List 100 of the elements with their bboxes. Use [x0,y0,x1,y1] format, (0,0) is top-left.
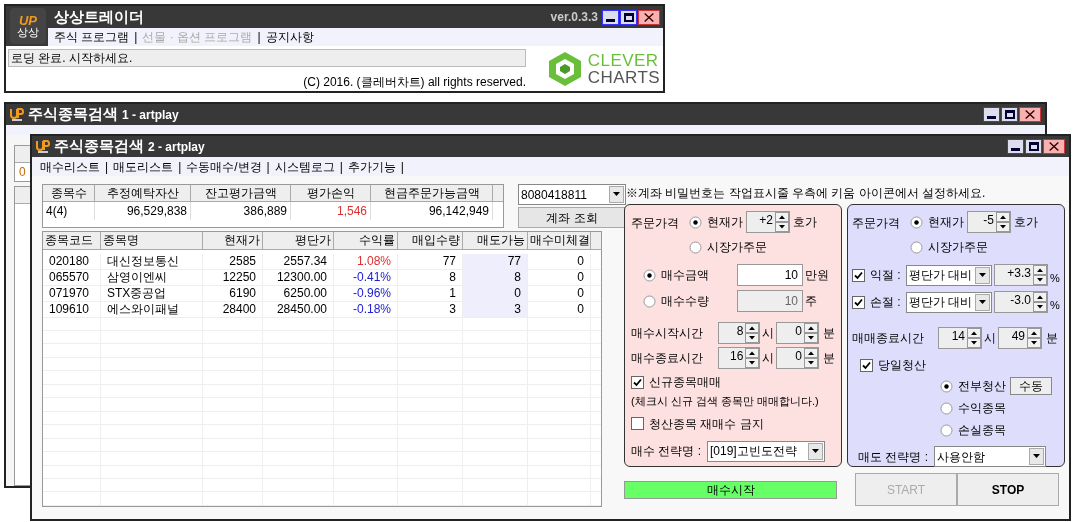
caret-icon[interactable] [1029,448,1044,465]
maximize-icon[interactable] [1001,107,1018,122]
spinner-arrows-icon[interactable] [1027,328,1041,348]
window-title: 주식종목검색 [54,136,144,157]
field-label: 주문가격 [852,215,901,232]
spinner-arrows-icon[interactable] [804,348,818,368]
checkbox-icon[interactable] [852,295,865,309]
number-field[interactable]: -3.0 [994,291,1048,313]
radio-label[interactable]: 매수금액 [661,266,709,284]
radio-label[interactable]: 현재가 [928,213,964,231]
radio-label[interactable]: 현재가 [707,213,743,231]
amount-field[interactable]: 10 [737,264,803,286]
maximize-icon[interactable] [620,9,637,25]
number-field[interactable]: 0 [776,322,819,344]
menu-item[interactable]: 주식 프로그램 [54,28,130,46]
spinner-arrows-icon[interactable] [1033,292,1047,312]
radio-label[interactable]: 시장가주문 [707,238,767,256]
close-icon[interactable] [1019,107,1041,122]
field-label: 매도 전략명 : [858,448,928,466]
radio-icon[interactable] [689,215,702,229]
menu-item[interactable]: 매도리스트 [113,157,174,176]
table-cell: 4(4) [43,202,95,220]
manual-button[interactable]: 수동 [1010,377,1052,395]
caret-icon[interactable] [808,442,823,460]
spinner-arrows-icon[interactable] [745,323,760,343]
status-text: 매수시작 [705,482,756,498]
checkbox-label[interactable]: 신규종목매매 [649,373,721,391]
minimize-icon[interactable] [983,107,1000,122]
radio-label[interactable]: 시장가주문 [928,238,988,256]
spinner-arrows-icon[interactable] [967,328,981,348]
close-icon[interactable] [638,9,660,25]
checkbox-label[interactable]: 청산종목 재매수 금지 [649,414,764,433]
close-icon[interactable] [1043,139,1065,154]
dropdown[interactable]: 8080418811 [518,184,626,205]
radio-icon[interactable] [643,268,656,282]
checkbox-label[interactable]: 당일청산 [878,356,926,374]
account-query-button[interactable]: 계좌 조회 [518,207,626,228]
table-cell: 2585 [203,253,263,269]
spinner-arrows-icon[interactable] [745,348,760,368]
table-cell: 12300.00 [263,269,334,285]
number-field[interactable]: -5 [967,211,1011,233]
number-field[interactable]: +3.3 [994,264,1048,286]
number-field[interactable]: 14 [938,327,982,349]
dropdown[interactable]: 평단가 대비 [906,291,992,313]
menu-item[interactable]: 매수리스트 [40,157,100,176]
radio-icon[interactable] [910,215,923,229]
checkbox-icon[interactable] [631,375,644,389]
table-cell: 0 [528,253,591,269]
radio-icon[interactable] [940,401,953,415]
menu-item[interactable]: 시스템로그 [274,157,335,176]
checkbox-icon[interactable] [852,268,865,282]
number-field[interactable]: 49 [998,327,1042,349]
menu-item[interactable]: 수동매수/변경 [186,157,262,176]
radio-label[interactable]: 전부청산 [958,377,1006,395]
menu-item[interactable]: 공지사항 [265,28,314,46]
spinner-arrows-icon[interactable] [804,323,818,343]
dropdown[interactable]: 평단가 대비 [906,264,992,286]
spinner-arrows-icon[interactable] [775,212,789,232]
radio-icon[interactable] [910,240,923,254]
spinner-arrows-icon[interactable] [1033,265,1047,285]
version-label: ver.0.3.3 [550,9,598,26]
unit-label: 호가 [793,214,817,231]
checkbox-icon[interactable] [860,358,873,372]
radio-icon[interactable] [940,423,953,437]
checkbox-label[interactable]: 익절 : [870,266,901,284]
number-field[interactable]: 16 [717,347,761,369]
column-header: 현금주문가능금액 [371,185,493,202]
table-cell: 1.08% [334,253,398,269]
number-field[interactable]: 0 [776,347,819,369]
column-header: 수익률 [334,232,398,250]
field-label: 주문가격 [631,215,680,232]
maximize-icon[interactable] [1025,139,1042,154]
menu-separator: | [178,158,182,176]
unit-label: 분 [823,325,835,342]
checkbox-icon[interactable] [631,417,644,430]
checkbox-label[interactable]: 손절 : [870,293,901,311]
app-logo: UP 상상 [10,8,46,44]
radio-icon[interactable] [940,379,953,393]
time-label: 매수종료시간 [631,350,704,367]
table-cell: 109610 [43,301,101,317]
minimize-icon[interactable] [1007,139,1024,154]
caret-icon[interactable] [975,293,990,311]
caret-icon[interactable] [609,186,624,203]
radio-icon[interactable] [689,240,702,254]
number-field[interactable]: +2 [746,211,790,233]
number-field[interactable]: 8 [717,322,761,344]
column-header: 매도가능 [463,232,528,250]
menu-item[interactable]: 추가기능 [347,157,396,176]
table-cell: 12250 [203,269,263,285]
column-header: 잔고평가금액 [191,185,291,202]
minimize-icon[interactable] [602,9,619,25]
radio-label[interactable]: 수익종목 [958,399,1006,417]
radio-label[interactable]: 손실종목 [958,421,1006,439]
dropdown[interactable]: 사용안함 [934,446,1046,467]
stop-button[interactable]: STOP [957,473,1059,506]
spinner-arrows-icon[interactable] [996,212,1010,232]
column-header: 매입수량 [398,232,463,250]
caret-icon[interactable] [975,266,990,284]
dropdown[interactable]: [019]고빈도전략 [707,440,825,462]
table-cell: 6250.00 [263,285,334,301]
